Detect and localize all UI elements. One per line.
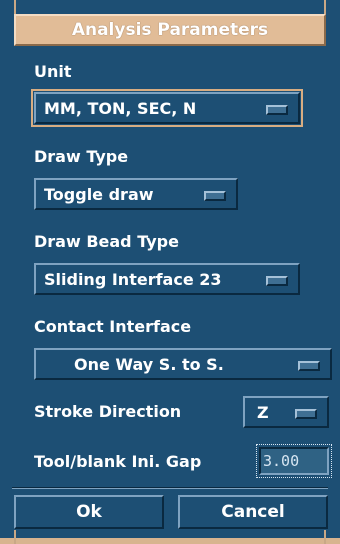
option-menu-indicator-icon: [204, 191, 226, 201]
frame-corner: [324, 0, 326, 14]
dialog-title[interactable]: Analysis Parameters: [14, 14, 326, 46]
gap-input[interactable]: [259, 447, 329, 475]
draw-type-option-menu[interactable]: Toggle draw: [34, 178, 238, 210]
unit-option-menu[interactable]: MM, TON, SEC, N: [31, 89, 303, 127]
stroke-direction-option-menu[interactable]: Z: [243, 396, 329, 428]
option-menu-indicator-icon: [266, 276, 288, 286]
contact-interface-option-menu[interactable]: One Way S. to S.: [34, 348, 332, 380]
frame-corner: [14, 0, 16, 14]
option-menu-indicator-icon: [298, 361, 320, 371]
analysis-parameters-dialog: Analysis Parameters Unit MM, TON, SEC, N…: [0, 0, 340, 544]
frame-bottom-border: [0, 538, 340, 544]
draw-bead-type-label: Draw Bead Type: [34, 232, 179, 251]
frame-corner: [324, 530, 326, 544]
draw-bead-type-option-menu[interactable]: Sliding Interface 23: [34, 263, 300, 295]
option-menu-indicator-icon: [266, 105, 288, 115]
stroke-direction-value: Z: [257, 402, 269, 422]
stroke-direction-label: Stroke Direction: [34, 402, 182, 421]
option-menu-indicator-icon: [295, 409, 317, 419]
cancel-button[interactable]: Cancel: [178, 495, 328, 529]
draw-type-label: Draw Type: [34, 147, 129, 166]
gap-label: Tool/blank Ini. Gap: [34, 452, 202, 471]
frame-corner: [14, 530, 16, 544]
contact-interface-label: Contact Interface: [34, 317, 192, 336]
draw-bead-type-value: Sliding Interface 23: [44, 269, 222, 289]
contact-interface-value: One Way S. to S.: [74, 354, 224, 374]
unit-label: Unit: [34, 62, 72, 81]
unit-value: MM, TON, SEC, N: [44, 98, 197, 118]
separator: [12, 487, 328, 489]
draw-type-value: Toggle draw: [44, 184, 154, 204]
ok-button[interactable]: Ok: [14, 495, 164, 529]
